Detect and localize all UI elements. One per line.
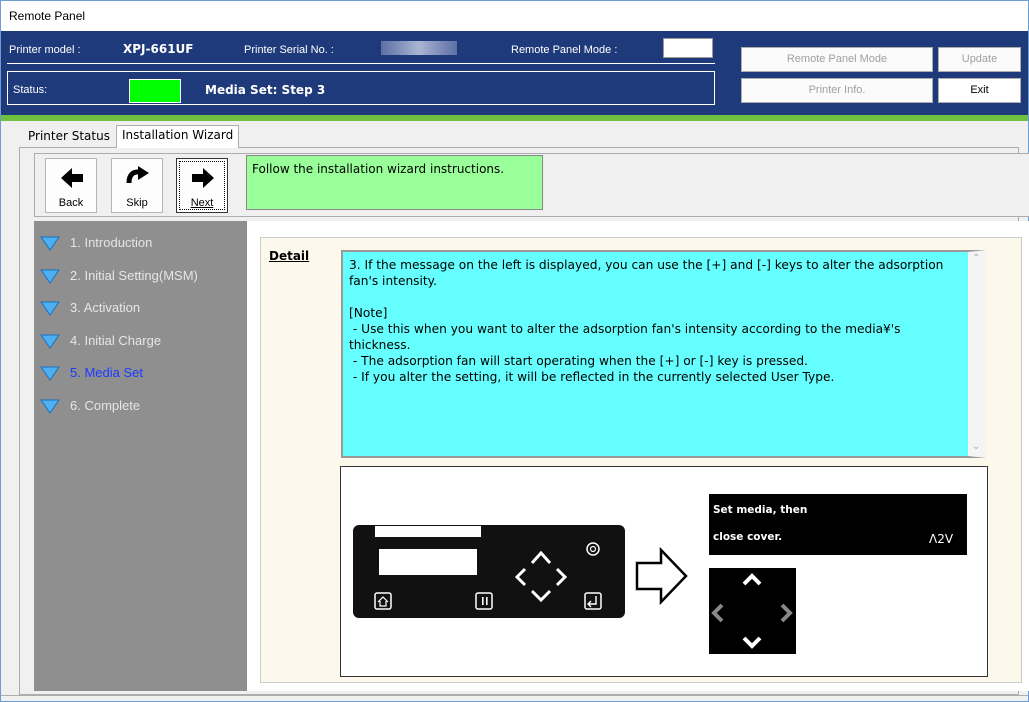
back-label: Back <box>58 197 84 209</box>
exit-button[interactable]: Exit <box>938 78 1021 103</box>
operation-panel-illustration: Set media, then close cover. Λ2V <box>353 494 967 654</box>
tab-printer-status[interactable]: Printer Status <box>23 127 115 147</box>
triangle-down-icon <box>40 269 60 284</box>
header-divider <box>7 63 715 64</box>
step-label: 5. Media Set <box>70 365 143 380</box>
detail-text: 3. If the message on the left is display… <box>349 258 944 384</box>
triangle-down-icon <box>40 366 60 381</box>
back-button[interactable]: Back <box>45 158 97 213</box>
next-label: Next <box>190 197 214 209</box>
step-label: 6. Complete <box>70 398 141 413</box>
step-label: 3. Activation <box>70 300 141 315</box>
scroll-down-icon[interactable]: ⌄ <box>972 441 980 452</box>
window-title: Remote Panel <box>9 9 86 23</box>
triangle-down-icon <box>40 236 60 251</box>
remote-mode-label: Remote Panel Mode : <box>511 44 618 56</box>
title-bar: Remote Panel <box>1 1 1028 31</box>
skip-label: Skip <box>126 197 148 209</box>
printer-model-label: Printer model : <box>9 44 81 56</box>
skip-button[interactable]: Skip <box>111 158 163 213</box>
serial-label: Printer Serial No. : <box>244 44 334 56</box>
bottom-divider <box>1 695 1028 696</box>
printer-header-panel: Printer model : XPJ-661UF Printer Serial… <box>1 31 1028 115</box>
accent-strip <box>1 115 1028 121</box>
lcd-line-1: Set media, then <box>713 504 807 516</box>
remote-panel-mode-button[interactable]: Remote Panel Mode <box>741 47 933 72</box>
tab-installation-wizard[interactable]: Installation Wizard <box>116 125 240 148</box>
triangle-down-icon <box>40 399 60 414</box>
arrow-right-icon <box>192 168 214 188</box>
lcd-line-2: close cover. <box>713 531 782 543</box>
illustration-box: Set media, then close cover. Λ2V <box>340 466 988 677</box>
status-indicator <box>129 79 181 103</box>
instructions-box: Follow the installation wizard instructi… <box>246 155 543 210</box>
update-button[interactable]: Update <box>938 47 1021 72</box>
lcd-code: Λ2V <box>929 532 954 546</box>
printer-model-value: XPJ-661UF <box>123 42 194 56</box>
triangle-down-icon <box>40 301 60 316</box>
triangle-down-icon <box>40 334 60 349</box>
step-label: 4. Initial Charge <box>70 333 162 348</box>
step-label: 2. Initial Setting(MSM) <box>70 268 198 283</box>
arrow-left-icon <box>61 168 83 188</box>
serial-redacted <box>381 41 457 55</box>
status-frame <box>7 71 715 105</box>
scroll-up-icon[interactable]: ⌃ <box>972 253 980 264</box>
wizard-steps-sidebar: 1. Introduction 2. Initial Setting(MSM) … <box>34 221 247 691</box>
step-label: 1. Introduction <box>70 235 153 250</box>
detail-textbox[interactable]: 3. If the message on the left is display… <box>341 250 986 458</box>
remote-panel-window: Remote Panel Printer model : XPJ-661UF P… <box>0 0 1029 702</box>
remote-mode-indicator <box>663 38 713 58</box>
detail-label: Detail <box>269 249 310 263</box>
printer-info-button[interactable]: Printer Info. <box>741 78 933 103</box>
status-value: Media Set: Step 3 <box>205 83 326 97</box>
status-label: Status: <box>13 84 48 96</box>
curved-arrow-icon <box>126 166 149 184</box>
next-button[interactable]: Next <box>176 158 228 213</box>
